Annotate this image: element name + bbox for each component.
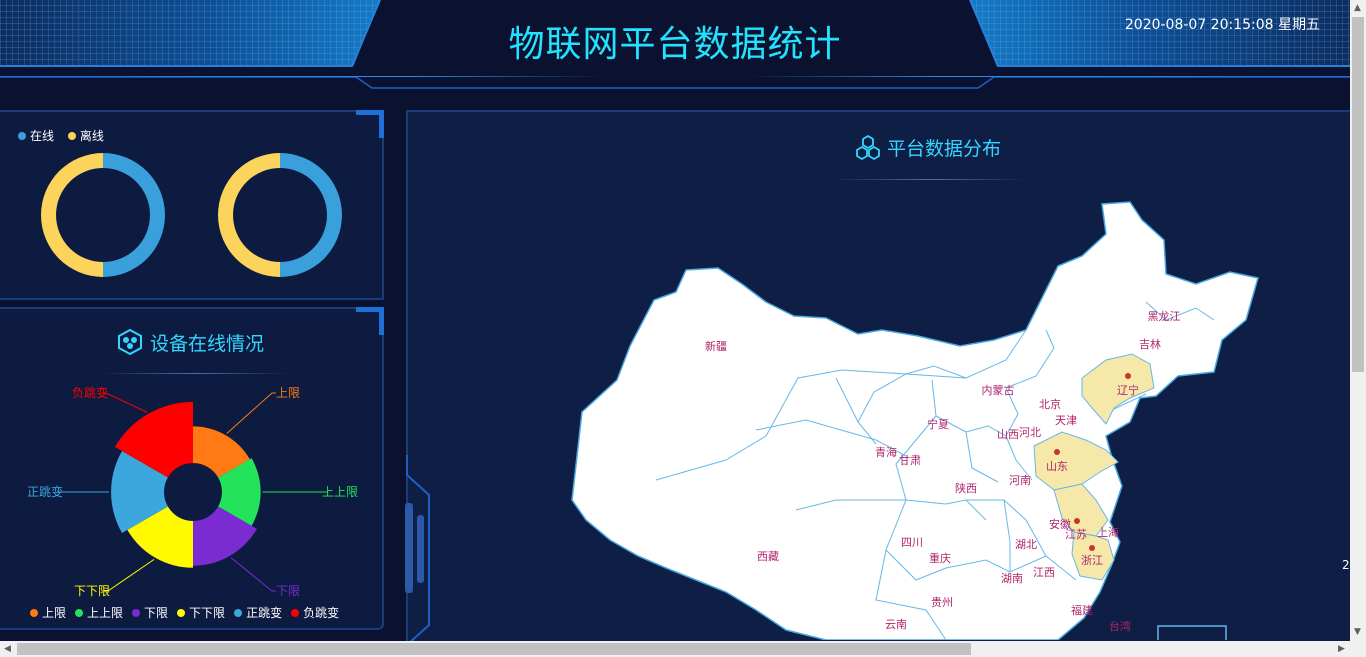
province-label: 西藏	[757, 550, 779, 563]
province-label: 贵州	[931, 596, 953, 609]
province-label: 甘肃	[899, 454, 921, 467]
legend-dot	[177, 608, 186, 617]
map-panel-title: 平台数据分布	[855, 134, 1001, 161]
legend-dot-online	[18, 131, 26, 140]
device-panel-title: 设备在线情况	[116, 328, 264, 356]
rose-legend-item[interactable]: 上上限	[75, 604, 123, 621]
province-label: 安徽	[1049, 517, 1071, 531]
legend-label: 下下限	[189, 606, 226, 620]
rose-label-line	[102, 392, 148, 413]
province-label: 青海	[875, 445, 897, 459]
rose-legend-item[interactable]: 下限	[132, 604, 168, 621]
legend-dot	[30, 608, 38, 617]
china-map[interactable]: 新疆西藏青海甘肃宁夏内蒙古黑龙江吉林辽宁北京天津河北山西陕西河南山东江苏安徽上海…	[406, 200, 1350, 640]
legend-item-offline[interactable]: 离线	[67, 127, 104, 144]
donut-segment-offline[interactable]	[41, 153, 103, 277]
rose-legend-item[interactable]: 上限	[30, 604, 66, 621]
china-mainland-shape	[571, 201, 1259, 640]
province-label: 吉林	[1139, 337, 1161, 351]
rose-label: 负跳变	[72, 385, 108, 400]
legend-dot	[291, 608, 300, 617]
legend-dot	[75, 608, 84, 617]
legend-label: 正跳变	[246, 606, 283, 620]
rose-label-line	[104, 558, 155, 592]
legend-label: 负跳变	[303, 606, 340, 620]
hexagon-cluster-icon	[856, 134, 880, 160]
panel-corner	[356, 307, 384, 335]
device-panel-title-text: 设备在线情况	[150, 332, 265, 355]
province-label: 山西	[997, 428, 1019, 441]
rose-label: 上限	[276, 386, 300, 400]
province-label: 云南	[885, 618, 907, 631]
province-label: 山东	[1046, 460, 1068, 473]
province-label: 河南	[1009, 474, 1031, 487]
header: 物联网平台数据统计 2020-08-07 20:15:08 星期五	[0, 0, 1350, 90]
header-divider	[0, 76, 1350, 77]
legend-dot	[234, 608, 243, 617]
province-label: 北京	[1039, 397, 1061, 411]
province-label: 河北	[1019, 426, 1041, 439]
province-label: 湖南	[1001, 572, 1023, 585]
province-label: 黑龙江	[1148, 310, 1181, 323]
page-title: 物联网平台数据统计	[508, 24, 842, 65]
legend-label-online: 在线	[30, 129, 55, 143]
device-rose-chart: 上限上上限下限 下下限 正跳变 负跳变	[27, 385, 358, 598]
rose-label: 下限	[276, 584, 300, 598]
province-label: 上海	[1097, 525, 1119, 539]
south-sea-inset	[1157, 625, 1227, 640]
province-label: 湖北	[1015, 538, 1037, 551]
hexagon-cluster-icon	[118, 328, 142, 356]
province-label: 重庆	[929, 551, 951, 565]
rose-legend-item[interactable]: 负跳变	[291, 604, 339, 621]
map-panel-title-text: 平台数据分布	[887, 138, 1002, 160]
rose-legend-item[interactable]: 下下限	[177, 604, 225, 621]
province-label: 台湾	[1109, 619, 1131, 633]
province-label: 福建	[1071, 603, 1093, 617]
horizontal-scroll-thumb[interactable]	[17, 643, 971, 655]
scroll-up-icon[interactable]: ▲	[1354, 3, 1361, 13]
rose-label: 下下限	[74, 584, 110, 598]
datetime-display: 2020-08-07 20:15:08 星期五	[1124, 17, 1320, 33]
scroll-right-icon[interactable]: ▶	[1338, 644, 1345, 654]
scroll-down-icon[interactable]: ▼	[1354, 627, 1361, 637]
scroll-left-icon[interactable]: ◀	[4, 644, 11, 654]
donut-segment-offline[interactable]	[218, 153, 280, 277]
panel-corner	[356, 110, 384, 138]
province-label: 新疆	[705, 339, 727, 353]
legend-label: 下限	[144, 606, 169, 620]
donut-segment-online[interactable]	[280, 153, 342, 277]
legend-label-offline: 离线	[79, 129, 104, 143]
legend-label: 上限	[42, 606, 67, 620]
legend-dot	[132, 608, 141, 617]
province-label: 陕西	[955, 481, 977, 495]
legend-dot-offline	[67, 131, 76, 140]
province-label: 天津	[1055, 414, 1077, 427]
rose-legend: 上限 上上限 下限 下下限 正跳变 负跳变	[30, 604, 348, 621]
title-underline	[100, 373, 290, 374]
rose-legend-item[interactable]: 正跳变	[234, 604, 282, 621]
province-label: 四川	[901, 536, 923, 549]
rose-label-line	[226, 392, 276, 434]
online-legend: 在线 离线	[18, 127, 114, 144]
province-label: 江西	[1033, 566, 1055, 579]
vertical-scroll-thumb[interactable]	[1352, 17, 1364, 372]
province-label: 内蒙古	[982, 383, 1015, 397]
legend-item-online[interactable]: 在线	[18, 127, 54, 144]
legend-label: 上上限	[87, 606, 124, 620]
rose-label-line	[230, 557, 276, 592]
donut-segment-online[interactable]	[103, 153, 165, 277]
province-label: 辽宁	[1117, 383, 1139, 397]
rose-label: 上上限	[322, 485, 358, 499]
province-label: 浙江	[1081, 554, 1103, 567]
rose-label: 正跳变	[27, 484, 63, 499]
title-underline	[830, 179, 1030, 180]
online-donut-charts	[41, 153, 342, 277]
province-label: 宁夏	[927, 417, 949, 431]
